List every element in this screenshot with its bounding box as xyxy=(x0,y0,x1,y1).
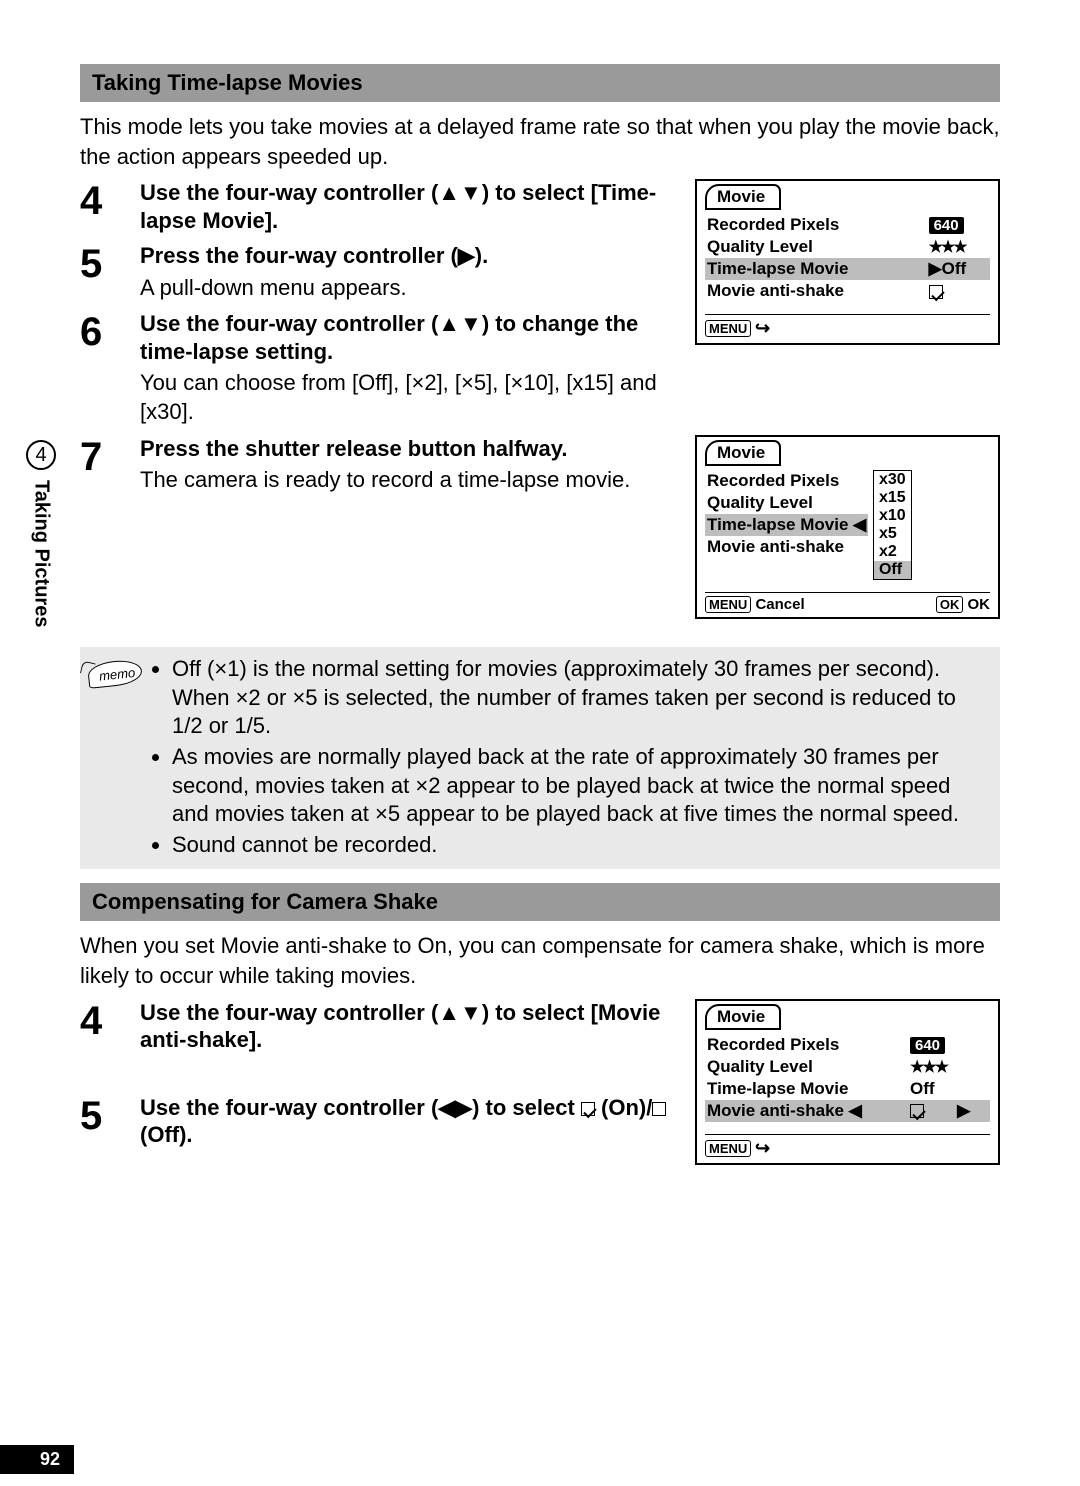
ok-label: OK xyxy=(968,596,991,613)
memo-item: Off (×1) is the normal setting for movie… xyxy=(172,655,982,741)
step-description: A pull-down menu appears. xyxy=(140,274,683,303)
step-list: 4 Use the four-way controller (▲▼) to se… xyxy=(80,999,1000,1149)
memo-item: As movies are normally played back at th… xyxy=(172,743,982,829)
memo-item: Sound cannot be recorded. xyxy=(172,831,982,860)
menu-label: Recorded Pixels xyxy=(705,470,868,492)
step-title: Press the four-way controller (▶). xyxy=(140,242,683,270)
triangle-left-icon: ◀ xyxy=(853,515,866,534)
step-number: 6 xyxy=(80,310,140,426)
step-description: The camera is ready to record a time-lap… xyxy=(140,466,683,495)
checkbox-on-icon xyxy=(581,1102,595,1116)
section-heading: Compensating for Camera Shake xyxy=(80,883,1000,921)
menu-label: Quality Level xyxy=(705,492,868,514)
step-4b: 4 Use the four-way controller (▲▼) to se… xyxy=(80,999,683,1054)
option-x2: x2 xyxy=(874,543,911,561)
ok-key-icon: OK xyxy=(936,596,964,613)
section-heading: Taking Time-lapse Movies xyxy=(80,64,1000,102)
option-x30: x30 xyxy=(874,471,911,489)
step-number: 4 xyxy=(80,179,140,234)
step-title: Use the four-way controller (◀▶) to sele… xyxy=(140,1094,683,1149)
menu-key-icon: MENU xyxy=(705,596,751,613)
step-title: Press the shutter release button halfway… xyxy=(140,435,683,463)
menu-label: Movie anti-shake xyxy=(705,536,868,558)
option-x5: x5 xyxy=(874,525,911,543)
memo-icon: memo xyxy=(87,658,143,689)
step-number: 7 xyxy=(80,435,140,495)
memo-note: memo Off (×1) is the normal setting for … xyxy=(80,647,1000,869)
camera-screen-dropdown: Movie Recorded Pixels Quality Level Time… xyxy=(695,435,1000,620)
screen-footer: MENU Cancel OK OK xyxy=(705,592,990,614)
step-7: 7 Press the shutter release button halfw… xyxy=(80,435,683,495)
memo-list: Off (×1) is the normal setting for movie… xyxy=(150,655,988,861)
step-list: 4 Use the four-way controller (▲▼) to se… xyxy=(80,179,1000,494)
section-intro-text: This mode lets you take movies at a dela… xyxy=(80,112,1000,171)
option-off-selected: Off xyxy=(874,561,911,579)
section-intro-text: When you set Movie anti-shake to On, you… xyxy=(80,931,1000,990)
chapter-number-badge: 4 xyxy=(26,440,56,470)
step-4: 4 Use the four-way controller (▲▼) to se… xyxy=(80,179,683,234)
step-title: Use the four-way controller (▲▼) to chan… xyxy=(140,310,683,365)
cancel-label: Cancel xyxy=(755,596,804,613)
step-number: 4 xyxy=(80,999,140,1054)
option-x10: x10 xyxy=(874,507,911,525)
manual-page: 4 Taking Pictures Taking Time-lapse Movi… xyxy=(0,0,1080,1486)
sidebar-chapter-tab: 4 Taking Pictures xyxy=(26,440,56,627)
step-number: 5 xyxy=(80,242,140,302)
step-title: Use the four-way controller (▲▼) to sele… xyxy=(140,999,683,1054)
dropdown-options: x30 x15 x10 x5 x2 Off xyxy=(873,470,912,580)
screen-tab: Movie xyxy=(705,440,781,466)
step-description: You can choose from [Off], [×2], [×5], [… xyxy=(140,369,683,426)
checkbox-off-icon xyxy=(652,1102,666,1116)
option-x15: x15 xyxy=(874,489,911,507)
step-number: 5 xyxy=(80,1094,140,1149)
step-5b: 5 Use the four-way controller (◀▶) to se… xyxy=(80,1094,683,1149)
step-5: 5 Press the four-way controller (▶). A p… xyxy=(80,242,683,302)
step-title: Use the four-way controller (▲▼) to sele… xyxy=(140,179,683,234)
menu-label-highlight: Time-lapse Movie ◀ xyxy=(705,514,868,536)
page-number: 92 xyxy=(0,1445,74,1474)
chapter-title: Taking Pictures xyxy=(30,480,53,627)
step-6: 6 Use the four-way controller (▲▼) to ch… xyxy=(80,310,683,426)
